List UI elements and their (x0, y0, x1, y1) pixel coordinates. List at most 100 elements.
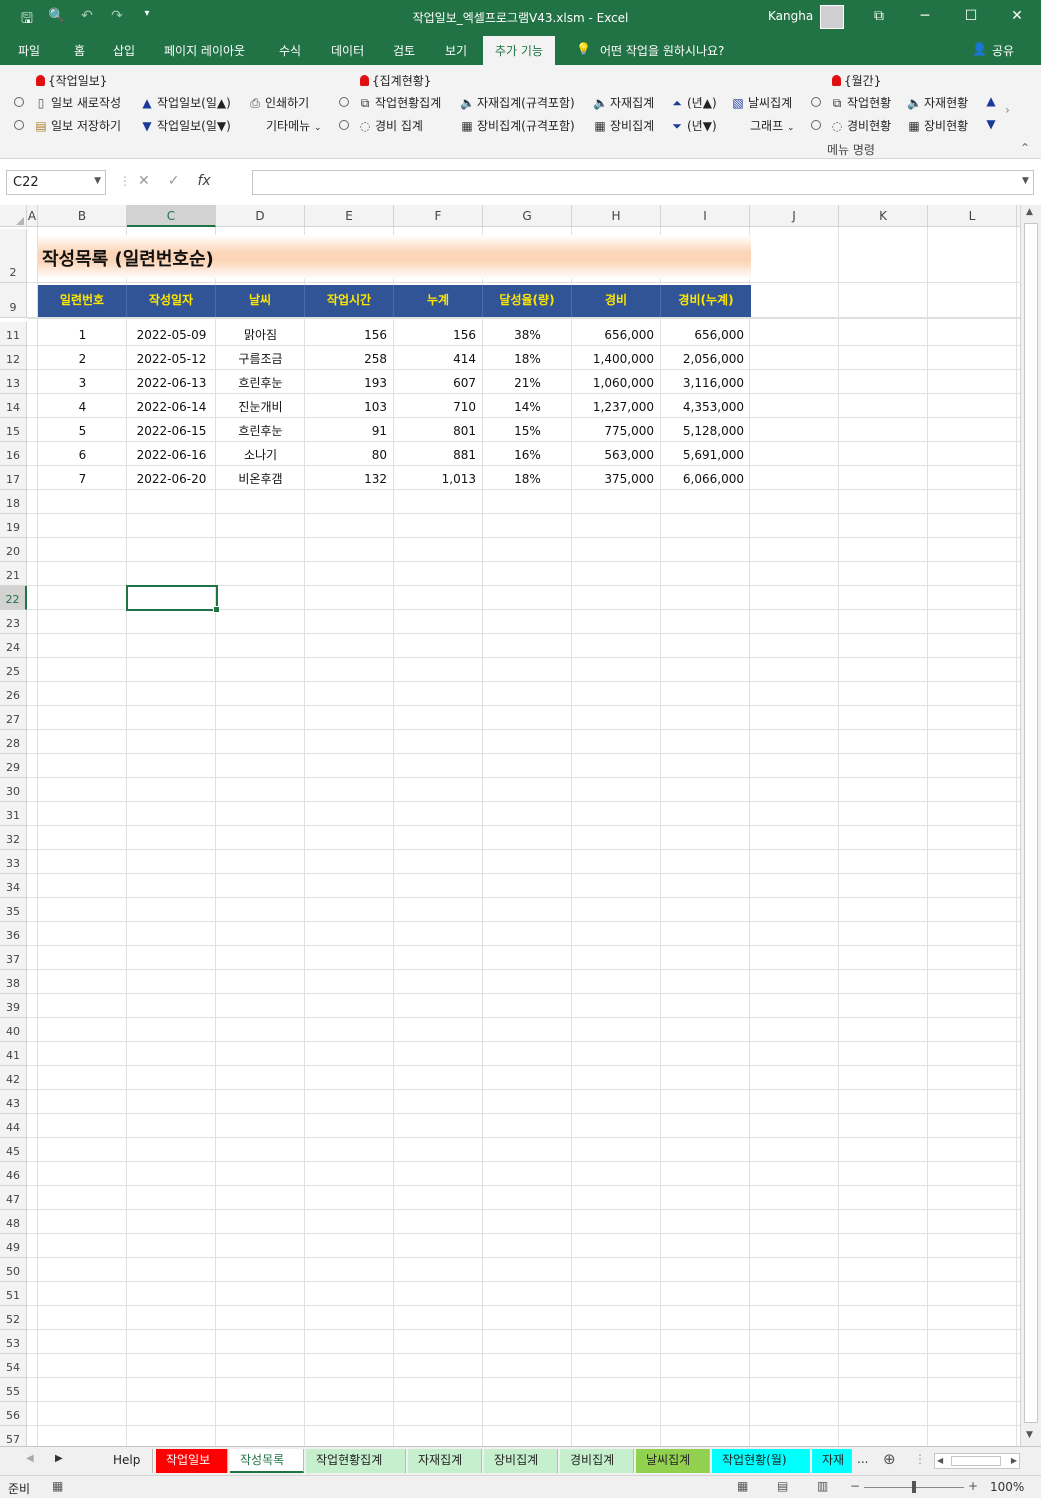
sheet-tab-6[interactable]: 경비집계 (560, 1449, 634, 1473)
column-header-j[interactable]: J (750, 205, 839, 227)
zoom-level[interactable]: 100% (990, 1480, 1024, 1494)
column-header-i[interactable]: I (661, 205, 750, 227)
table-cell[interactable]: 132 (305, 466, 394, 490)
row-header-36[interactable]: 36 (0, 922, 27, 946)
add-sheet-icon[interactable]: ⊕ (883, 1450, 896, 1468)
table-cell[interactable]: 6,066,000 (661, 466, 751, 490)
daily-up-button[interactable]: ▲ 작업일보(일▲) (140, 94, 230, 111)
row-header-25[interactable]: 25 (0, 658, 27, 682)
scroll-left-icon[interactable]: ◀ (937, 1456, 943, 1465)
row-header-31[interactable]: 31 (0, 802, 27, 826)
more-tabs-icon[interactable]: ... (857, 1452, 868, 1466)
menu-insert[interactable]: 삽입 (113, 42, 135, 59)
row-header-33[interactable]: 33 (0, 850, 27, 874)
share-button[interactable]: 공유 (992, 42, 1014, 59)
column-header-d[interactable]: D (216, 205, 305, 227)
table-cell[interactable]: 14% (483, 394, 572, 418)
table-cell[interactable]: 5 (38, 418, 127, 442)
table-header-cell[interactable]: 작성일자 (127, 285, 216, 317)
row-header-28[interactable]: 28 (0, 730, 27, 754)
column-header-a[interactable]: A (27, 205, 38, 227)
table-header-cell[interactable]: 달성율(량) (483, 285, 572, 317)
table-cell[interactable]: 2022-06-20 (127, 466, 216, 490)
radio-work-summary[interactable] (339, 95, 349, 109)
row-header-21[interactable]: 21 (0, 562, 27, 586)
monthly-cost-button[interactable]: ◌ 경비현황 (830, 117, 891, 134)
sheet-title[interactable]: 작성목록 (일련번호순) (38, 235, 751, 279)
row-header-18[interactable]: 18 (0, 490, 27, 514)
sheet-tab-5[interactable]: 장비집계 (484, 1449, 558, 1473)
restore-icon[interactable]: ⧉ (864, 5, 894, 27)
table-header-cell[interactable]: 날씨 (216, 285, 305, 317)
table-cell[interactable]: 18% (483, 346, 572, 370)
row-header-55[interactable]: 55 (0, 1378, 27, 1402)
daily-down-button[interactable]: ▼ 작업일보(일▼) (140, 117, 230, 134)
function-icon[interactable]: fx (197, 173, 210, 189)
column-header-e[interactable]: E (305, 205, 394, 227)
table-cell[interactable]: 881 (394, 442, 483, 466)
table-cell[interactable]: 710 (394, 394, 483, 418)
table-cell[interactable]: 진눈개비 (216, 394, 305, 418)
row-header-39[interactable]: 39 (0, 994, 27, 1018)
row-header-27[interactable]: 27 (0, 706, 27, 730)
table-cell[interactable]: 1 (38, 322, 127, 346)
collapse-ribbon-icon[interactable]: ⌃ (1020, 141, 1030, 155)
scroll-right-icon[interactable]: ▶ (1011, 1456, 1017, 1465)
menu-page-layout[interactable]: 페이지 레이아웃 (164, 42, 245, 59)
table-cell[interactable]: 3 (38, 370, 127, 394)
print-button[interactable]: ⎙ 인쇄하기 (248, 94, 309, 111)
row-header-30[interactable]: 30 (0, 778, 27, 802)
row-header-15[interactable]: 15 (0, 418, 27, 442)
column-header-c[interactable]: C (127, 205, 216, 227)
row-header-45[interactable]: 45 (0, 1138, 27, 1162)
enter-icon[interactable]: ✓ (168, 173, 180, 189)
table-cell[interactable]: 7 (38, 466, 127, 490)
menu-review[interactable]: 검토 (393, 42, 415, 59)
table-cell[interactable]: 193 (305, 370, 394, 394)
table-cell[interactable]: 375,000 (572, 466, 661, 490)
scroll-up-icon[interactable]: ▲ (1026, 207, 1033, 217)
table-cell[interactable]: 3,116,000 (661, 370, 751, 394)
table-cell[interactable]: 656,000 (572, 322, 661, 346)
selected-cell[interactable] (126, 585, 220, 613)
horizontal-scrollbar[interactable]: ◀ ▶ (934, 1453, 1020, 1469)
row-header-38[interactable]: 38 (0, 970, 27, 994)
table-cell[interactable]: 156 (394, 322, 483, 346)
table-cell[interactable]: 15% (483, 418, 572, 442)
sheet-tab-9[interactable]: 자재 (812, 1449, 852, 1473)
table-cell[interactable]: 흐린후눈 (216, 370, 305, 394)
sheet-tab-2[interactable]: 작성목록 (230, 1449, 304, 1473)
row-header-40[interactable]: 40 (0, 1018, 27, 1042)
page-layout-view-icon[interactable]: ▤ (777, 1479, 788, 1493)
splitter-icon[interactable]: ⋮ (914, 1452, 926, 1466)
row-header-26[interactable]: 26 (0, 682, 27, 706)
chevron-down-icon[interactable]: ▼ (94, 176, 101, 186)
vertical-scrollbar[interactable]: ▲ ▼ (1020, 205, 1041, 1446)
table-cell[interactable]: 607 (394, 370, 483, 394)
table-cell[interactable]: 656,000 (661, 322, 751, 346)
table-cell[interactable]: 5,128,000 (661, 418, 751, 442)
row-header-17[interactable]: 17 (0, 466, 27, 490)
table-cell[interactable]: 5,691,000 (661, 442, 751, 466)
monthly-material-button[interactable]: 🔈 자재현황 (907, 94, 968, 111)
table-header-cell[interactable]: 일련번호 (38, 285, 127, 317)
menu-data[interactable]: 데이터 (331, 42, 364, 59)
table-cell[interactable]: 맑아짐 (216, 322, 305, 346)
row-header-12[interactable]: 12 (0, 346, 27, 370)
table-cell[interactable]: 2,056,000 (661, 346, 751, 370)
radio-monthly-work[interactable] (811, 95, 821, 109)
row-header-11[interactable]: 11 (0, 322, 27, 346)
cancel-icon[interactable]: ✕ (138, 173, 150, 189)
table-cell[interactable]: 1,400,000 (572, 346, 661, 370)
name-box[interactable]: C22 ▼ (6, 170, 106, 195)
table-cell[interactable]: 2022-06-13 (127, 370, 216, 394)
page-break-view-icon[interactable]: ▥ (817, 1479, 828, 1493)
column-header-h[interactable]: H (572, 205, 661, 227)
column-header-f[interactable]: F (394, 205, 483, 227)
select-all-corner[interactable] (0, 205, 27, 227)
cost-summary-button[interactable]: ◌ 경비 집계 (358, 117, 423, 134)
sheet-tab-4[interactable]: 자재집계 (408, 1449, 482, 1473)
row-header-47[interactable]: 47 (0, 1186, 27, 1210)
table-cell[interactable]: 흐린후눈 (216, 418, 305, 442)
menu-home[interactable]: 홈 (74, 42, 85, 59)
